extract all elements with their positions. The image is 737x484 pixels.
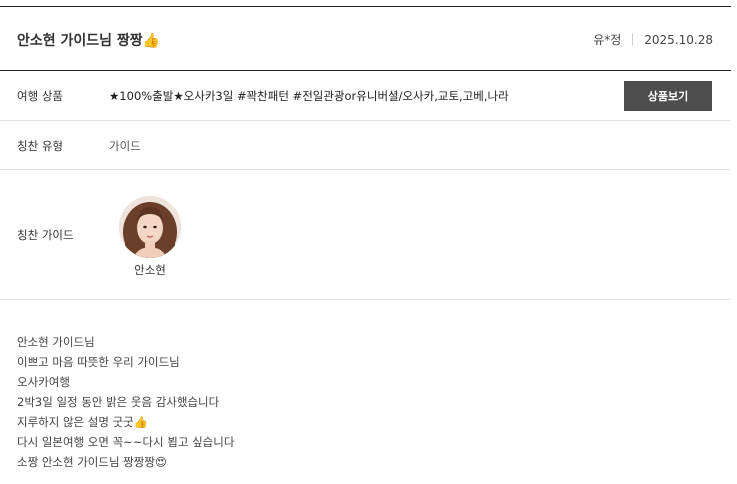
review-body-line: 이쁘고 마음 따뜻한 우리 가이드님	[17, 355, 180, 369]
praise-type-value: 가이드	[109, 139, 141, 153]
review-body-line: 지루하지 않은 설명 굿굿👍	[17, 415, 149, 429]
review-body-line: 다시 일본여행 오면 꼭~~다시 뵙고 싶습니다	[17, 435, 235, 449]
review-title: 안소현 가이드님 짱짱👍	[17, 33, 161, 49]
review-date: 2025.10.28	[644, 32, 713, 47]
travel-product-value[interactable]: ★100%출발★오사카3일 #꽉찬패턴 #전일관광or유니버셜/오사카,교토,고…	[109, 88, 509, 104]
guide-portrait-image	[119, 196, 181, 258]
guide-card[interactable]: 안소현	[118, 196, 182, 278]
travel-product-row: 여행 상품 ★100%출발★오사카3일 #꽉찬패턴 #전일관광or유니버셜/오사…	[0, 71, 731, 121]
guide-name: 안소현	[134, 263, 166, 277]
praise-type-label: 칭찬 유형	[17, 139, 63, 153]
praise-type-row: 칭찬 유형 가이드	[0, 121, 731, 170]
review-body-line: 소짱 안소현 가이드님 짱짱짱😍	[17, 455, 167, 469]
review-body-line: 안소현 가이드님	[17, 335, 95, 349]
meta-divider	[632, 34, 634, 45]
guide-avatar[interactable]	[119, 196, 181, 258]
travel-product-label: 여행 상품	[17, 89, 63, 103]
review-header: 안소현 가이드님 짱짱👍 유*정 2025.10.28	[0, 7, 731, 71]
review-meta: 유*정 2025.10.28	[593, 31, 713, 48]
review-body: 안소현 가이드님 이쁘고 마음 따뜻한 우리 가이드님 오사카여행 2박3일 일…	[17, 332, 234, 472]
view-product-button[interactable]: 상품보기	[624, 81, 712, 111]
praise-guide-row: 칭찬 가이드 안소현	[0, 170, 731, 300]
review-body-line: 2박3일 일정 동안 밝은 웃음 감사했습니다	[17, 395, 220, 409]
review-body-line: 오사카여행	[17, 375, 70, 389]
praise-guide-label: 칭찬 가이드	[17, 228, 74, 242]
review-author: 유*정	[593, 33, 622, 47]
